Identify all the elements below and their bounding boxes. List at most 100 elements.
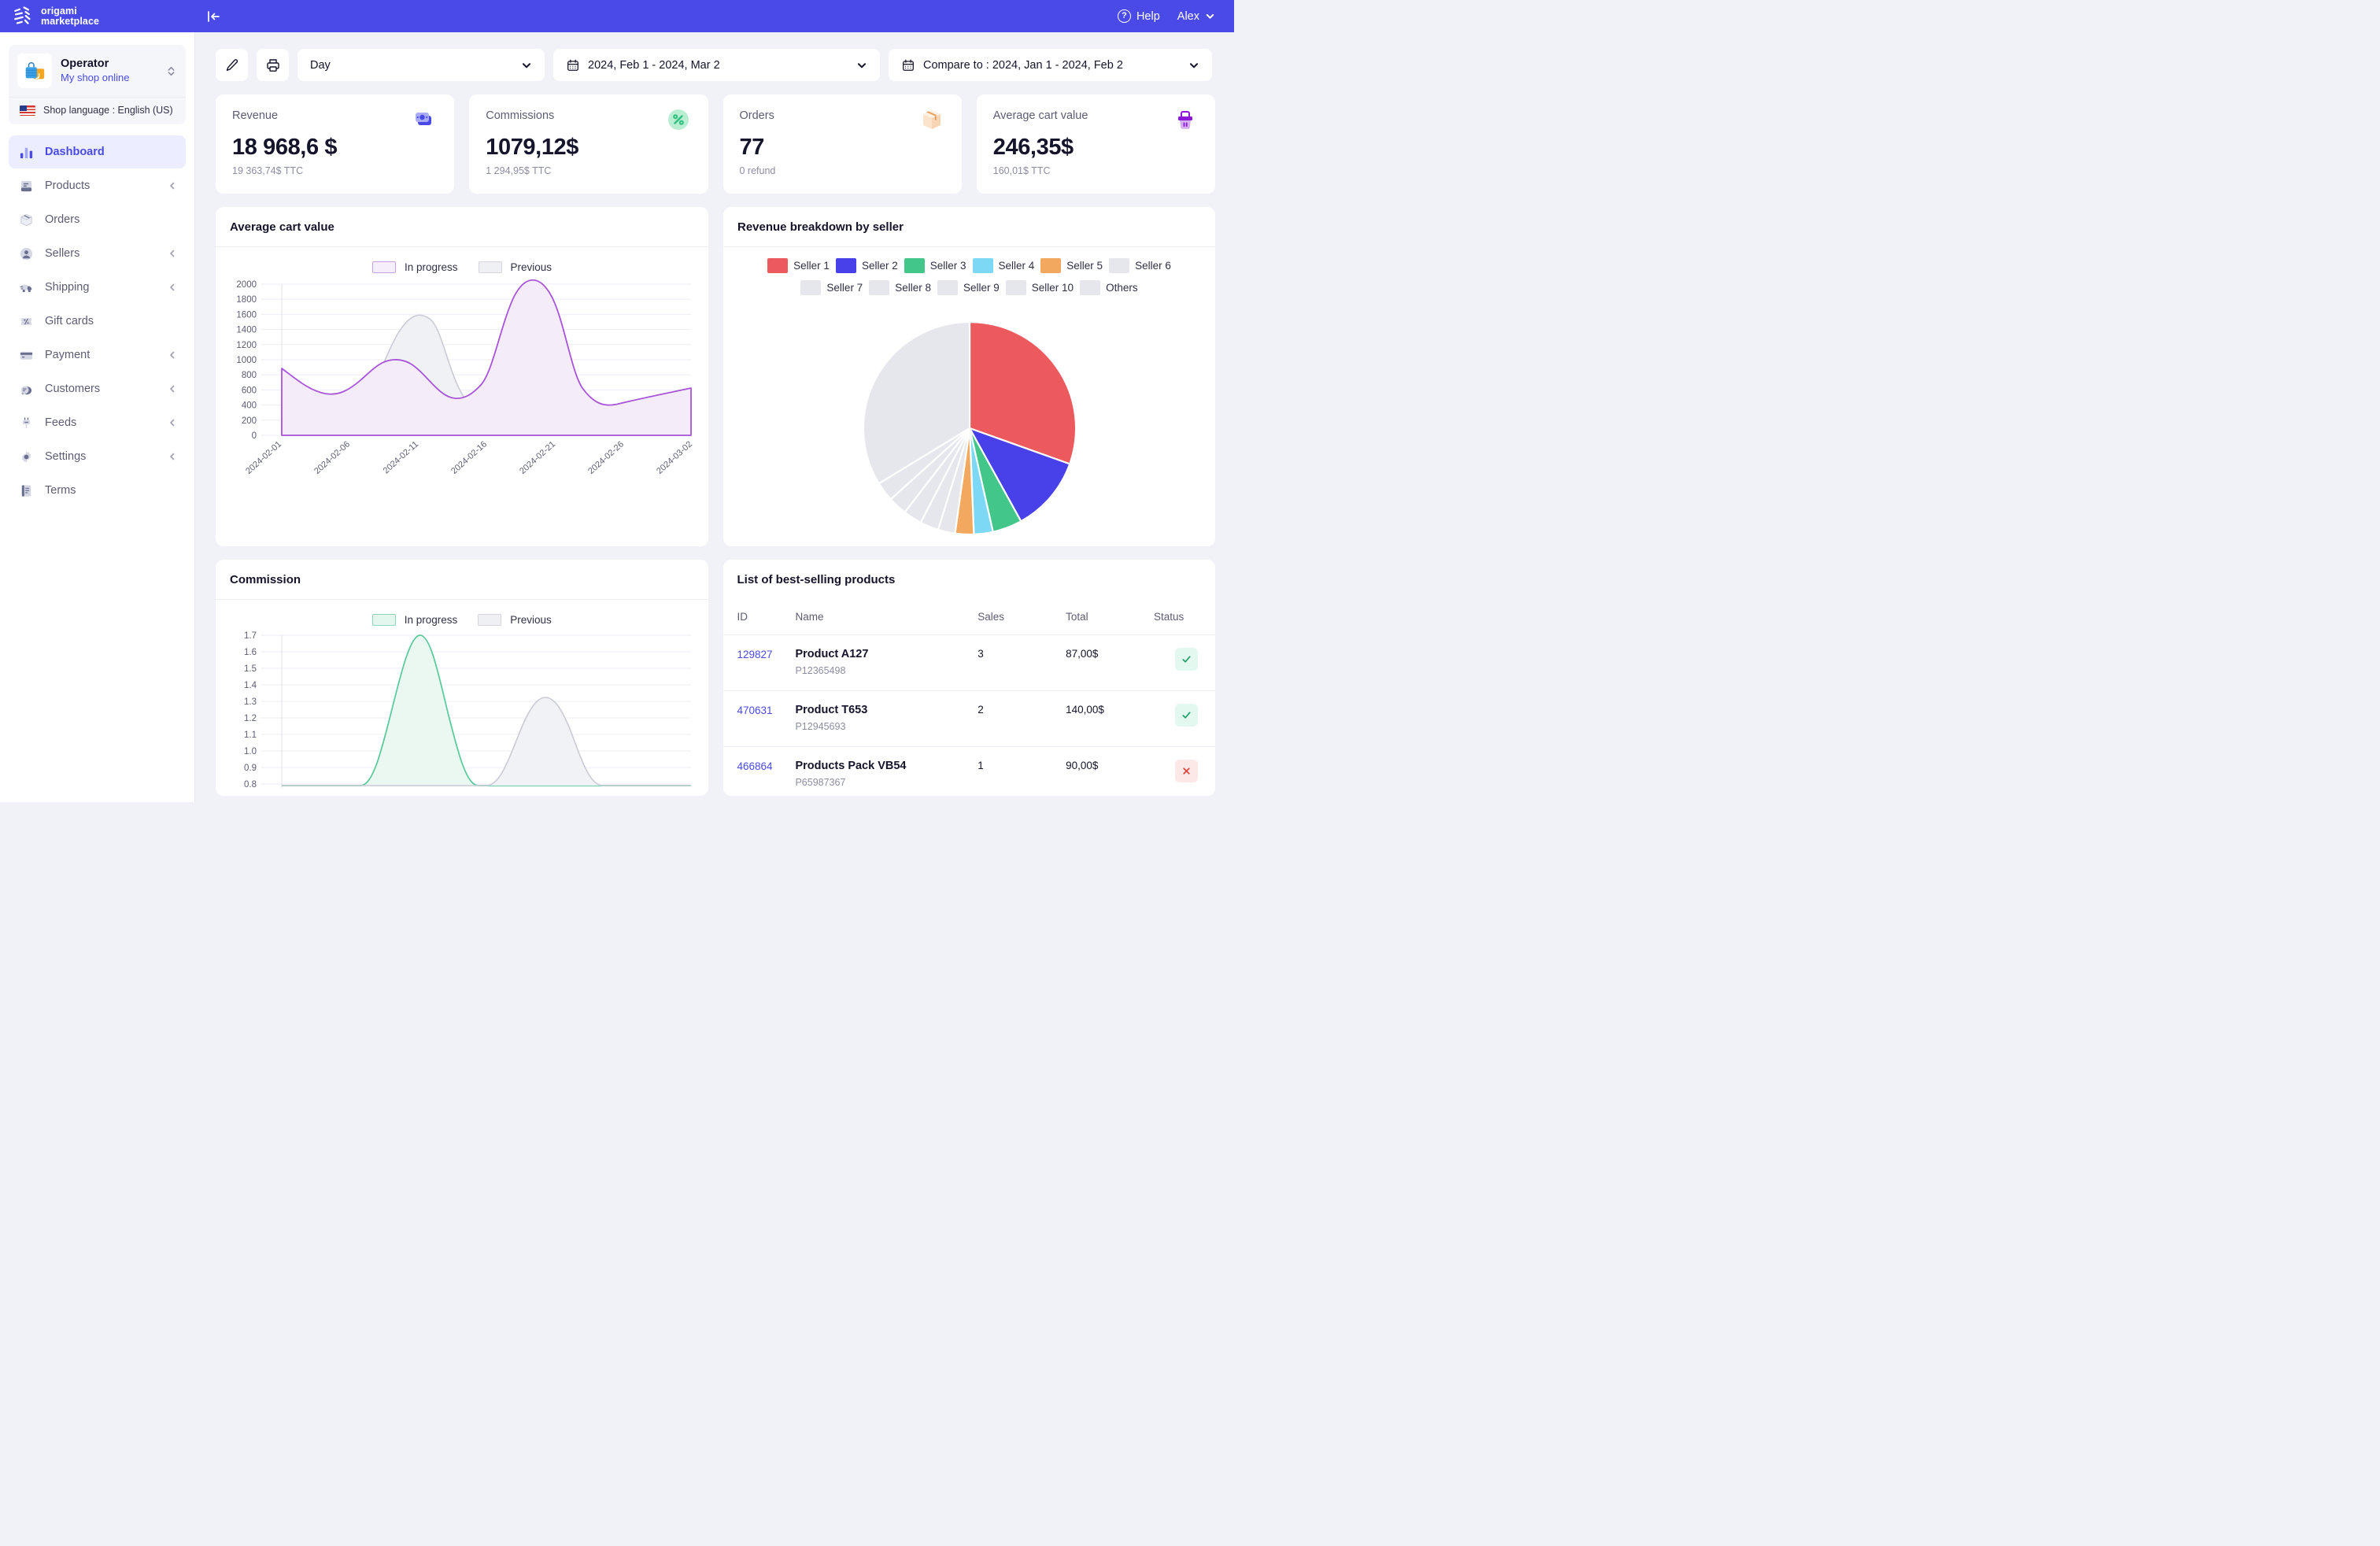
shop-name: Operator [61,57,109,70]
table-header: ID Name Sales Total Status [722,600,1215,635]
date-range-value: 2024, Feb 1 - 2024, Mar 2 [588,58,720,72]
table-row[interactable]: 129827 Product A127 P12365498 3 87,00$ [722,634,1215,691]
column-header-status: Status [1153,600,1215,635]
user-icon [18,246,35,262]
granularity-select[interactable]: Day [298,49,545,81]
panel-commission: Commission In progress Previous 1.7 1.6 1.… [216,560,708,796]
pie-chart-wrap [723,305,1215,546]
sidebar-item-shipping[interactable]: Shipping [9,271,186,304]
sidebar-item-label: Shipping [45,281,90,294]
app-root: origami marketplace ? Help Alex Operator… [0,0,1234,802]
best-selling-products-table: ID Name Sales Total Status 129827 Produc… [722,600,1215,796]
svg-text:2024-02-16: 2024-02-16 [449,439,489,476]
edit-button[interactable] [216,49,248,81]
product-sku: P12945693 [795,721,846,732]
percent-icon [667,109,689,130]
check-icon [1182,712,1191,719]
stat-value: 77 [739,135,765,160]
legend-item-seller-3[interactable]: Seller 3 [904,258,966,273]
chevron-up-down-icon [168,66,175,76]
legend-label: Seller 7 [826,282,863,294]
svg-text:2024-02-11: 2024-02-11 [382,439,420,475]
legend-item-previous[interactable]: Previous [478,614,552,626]
commission-chart[interactable]: 1.7 1.6 1.5 1.4 1.3 1.2 1.1 1.0 0.9 0.8 [216,631,708,788]
cell-id: 466864 [722,746,796,796]
svg-text:1.0: 1.0 [244,747,257,756]
revenue-pie-chart[interactable] [852,310,1088,546]
stat-cards: Revenue 18 968,6 $ 19 363,74$ TTC Commis… [216,94,1215,194]
svg-text:1200: 1200 [236,341,257,350]
cell-total: 90,00$ [1066,746,1154,796]
print-button[interactable] [257,49,289,81]
stat-card-revenue: Revenue 18 968,6 $ 19 363,74$ TTC [216,94,455,194]
brand-logo-area[interactable]: origami marketplace [0,0,195,32]
svg-text:2024-02-21: 2024-02-21 [518,439,557,476]
legend-item-seller-6[interactable]: Seller 6 [1109,258,1171,273]
legend-item-in-progress[interactable]: In progress [371,614,457,626]
cell-id: 129827 [722,634,796,691]
date-range-select[interactable]: 2024, Feb 1 - 2024, Mar 2 [553,49,880,81]
series-in-progress-area [282,634,691,786]
panels-row-2: Commission In progress Previous 1.7 1.6 1.… [216,560,1215,796]
chevron-down-icon [857,62,867,68]
collapse-sidebar-button[interactable] [203,6,224,27]
legend-item-in-progress[interactable]: In progress [371,261,458,273]
cell-name: Products Pack VB54 P65987367 [795,746,978,796]
sidebar-item-sellers[interactable]: Sellers [9,237,186,270]
shop-language-label: Shop language : English (US) [43,105,173,116]
sidebar-item-feeds[interactable]: Feeds [9,406,186,439]
stat-title: Revenue [232,109,279,122]
shop-switcher[interactable]: Operator My shop online [9,45,186,97]
sidebar-item-settings[interactable]: Settings [9,440,186,473]
sidebar-item-label: Orders [45,213,80,226]
sidebar-item-dashboard[interactable]: Dashboard [9,135,186,168]
sidebar-item-gift-cards[interactable]: Gift cards [9,305,186,338]
svg-text:1600: 1600 [236,310,257,320]
compare-range-select[interactable]: Compare to : 2024, Jan 1 - 2024, Feb 2 [889,49,1212,81]
legend-item-seller-8[interactable]: Seller 8 [869,280,931,295]
product-id-link[interactable]: 470631 [737,705,773,716]
shop-language-row[interactable]: Shop language : English (US) [9,97,186,124]
commission-chart-svg: 1.7 1.6 1.5 1.4 1.3 1.2 1.1 1.0 0.9 0.8 [244,631,691,788]
sidebar-nav: Dashboard Products Orders Sellers Shippi… [0,135,194,507]
sidebar-item-terms[interactable]: Terms [9,474,186,507]
cell-sales: 1 [978,746,1066,796]
basket-icon [1178,111,1192,129]
legend-item-seller-1[interactable]: Seller 1 [767,258,830,273]
legend-swatch [1005,280,1026,295]
legend-label: Seller 8 [895,282,931,294]
panel-average-cart-value: Average cart value In progress Previous [216,207,708,546]
avg-cart-chart[interactable]: 2000 1800 1600 1400 1200 1000 800 600 400 200 0 [216,278,708,514]
calendar-icon [903,59,914,71]
product-id-link[interactable]: 129827 [737,649,773,660]
legend-item-previous[interactable]: Previous [478,261,552,273]
chat-bubble-icon [18,381,35,398]
origami-logo-icon [14,6,31,24]
sidebar-item-products[interactable]: Products [9,169,186,202]
svg-text:1.6: 1.6 [244,648,257,657]
shop-names: Operator My shop online [61,57,157,85]
us-flag-icon [20,105,35,116]
sidebar-item-customers[interactable]: Customers [9,372,186,405]
legend-item-seller-10[interactable]: Seller 10 [1005,280,1074,295]
product-id-link[interactable]: 466864 [737,760,773,772]
user-menu-button[interactable]: Alex [1177,10,1215,23]
chevron-right-icon [170,250,175,257]
sidebar-item-payment[interactable]: Payment [9,338,186,372]
user-name-label: Alex [1177,9,1199,23]
legend-item-seller-5[interactable]: Seller 5 [1040,258,1103,273]
legend-item-seller-4[interactable]: Seller 4 [972,258,1034,273]
help-button[interactable]: ? Help [1117,9,1160,23]
legend-item-seller-2[interactable]: Seller 2 [835,258,898,273]
chart-legend-avg-cart: In progress Previous [216,247,708,278]
svg-text:0: 0 [252,431,257,441]
legend-item-seller-9[interactable]: Seller 9 [937,280,1000,295]
table-row[interactable]: 466864 Products Pack VB54 P65987367 1 90… [722,746,1215,796]
stat-subtext: 1 294,95$ TTC [486,165,552,176]
legend-swatch [1109,258,1130,273]
sidebar-item-orders[interactable]: Orders [9,203,186,236]
credit-card-icon [18,347,35,364]
legend-item-seller-7[interactable]: Seller 7 [800,280,863,295]
legend-item-others[interactable]: Others [1080,280,1138,295]
table-row[interactable]: 470631 Product T653 P12945693 2 140,00$ [722,690,1215,747]
